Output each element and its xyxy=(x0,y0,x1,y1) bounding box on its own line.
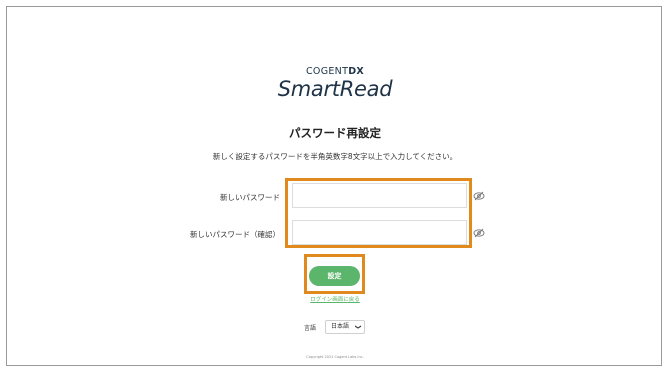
language-selected-value: 日本語 xyxy=(331,323,350,330)
chevron-down-icon: ❯ xyxy=(354,324,362,330)
confirm-password-label: 新しいパスワード（確認） xyxy=(190,230,280,239)
back-to-login-link[interactable]: ログイン画面に戻る xyxy=(0,295,670,303)
eye-off-icon[interactable] xyxy=(473,228,485,238)
company-logo: COGENTDX xyxy=(306,66,364,77)
language-label: 言語 xyxy=(304,325,317,332)
page-description: 新しく設定するパスワードを半角英数字8文字以上で入力してください。 xyxy=(212,152,458,161)
language-select[interactable]: 日本語 ❯ xyxy=(325,320,365,334)
new-password-label: 新しいパスワード xyxy=(220,193,280,202)
fields-highlight-box xyxy=(285,178,472,248)
copyright-text: Copyright 2021 Cogent Labs Inc. xyxy=(306,355,364,359)
page-title: パスワード再設定 xyxy=(289,126,381,140)
eye-off-icon[interactable] xyxy=(473,191,485,201)
product-logo: SmartRead xyxy=(277,77,393,101)
button-highlight-box xyxy=(304,254,365,294)
